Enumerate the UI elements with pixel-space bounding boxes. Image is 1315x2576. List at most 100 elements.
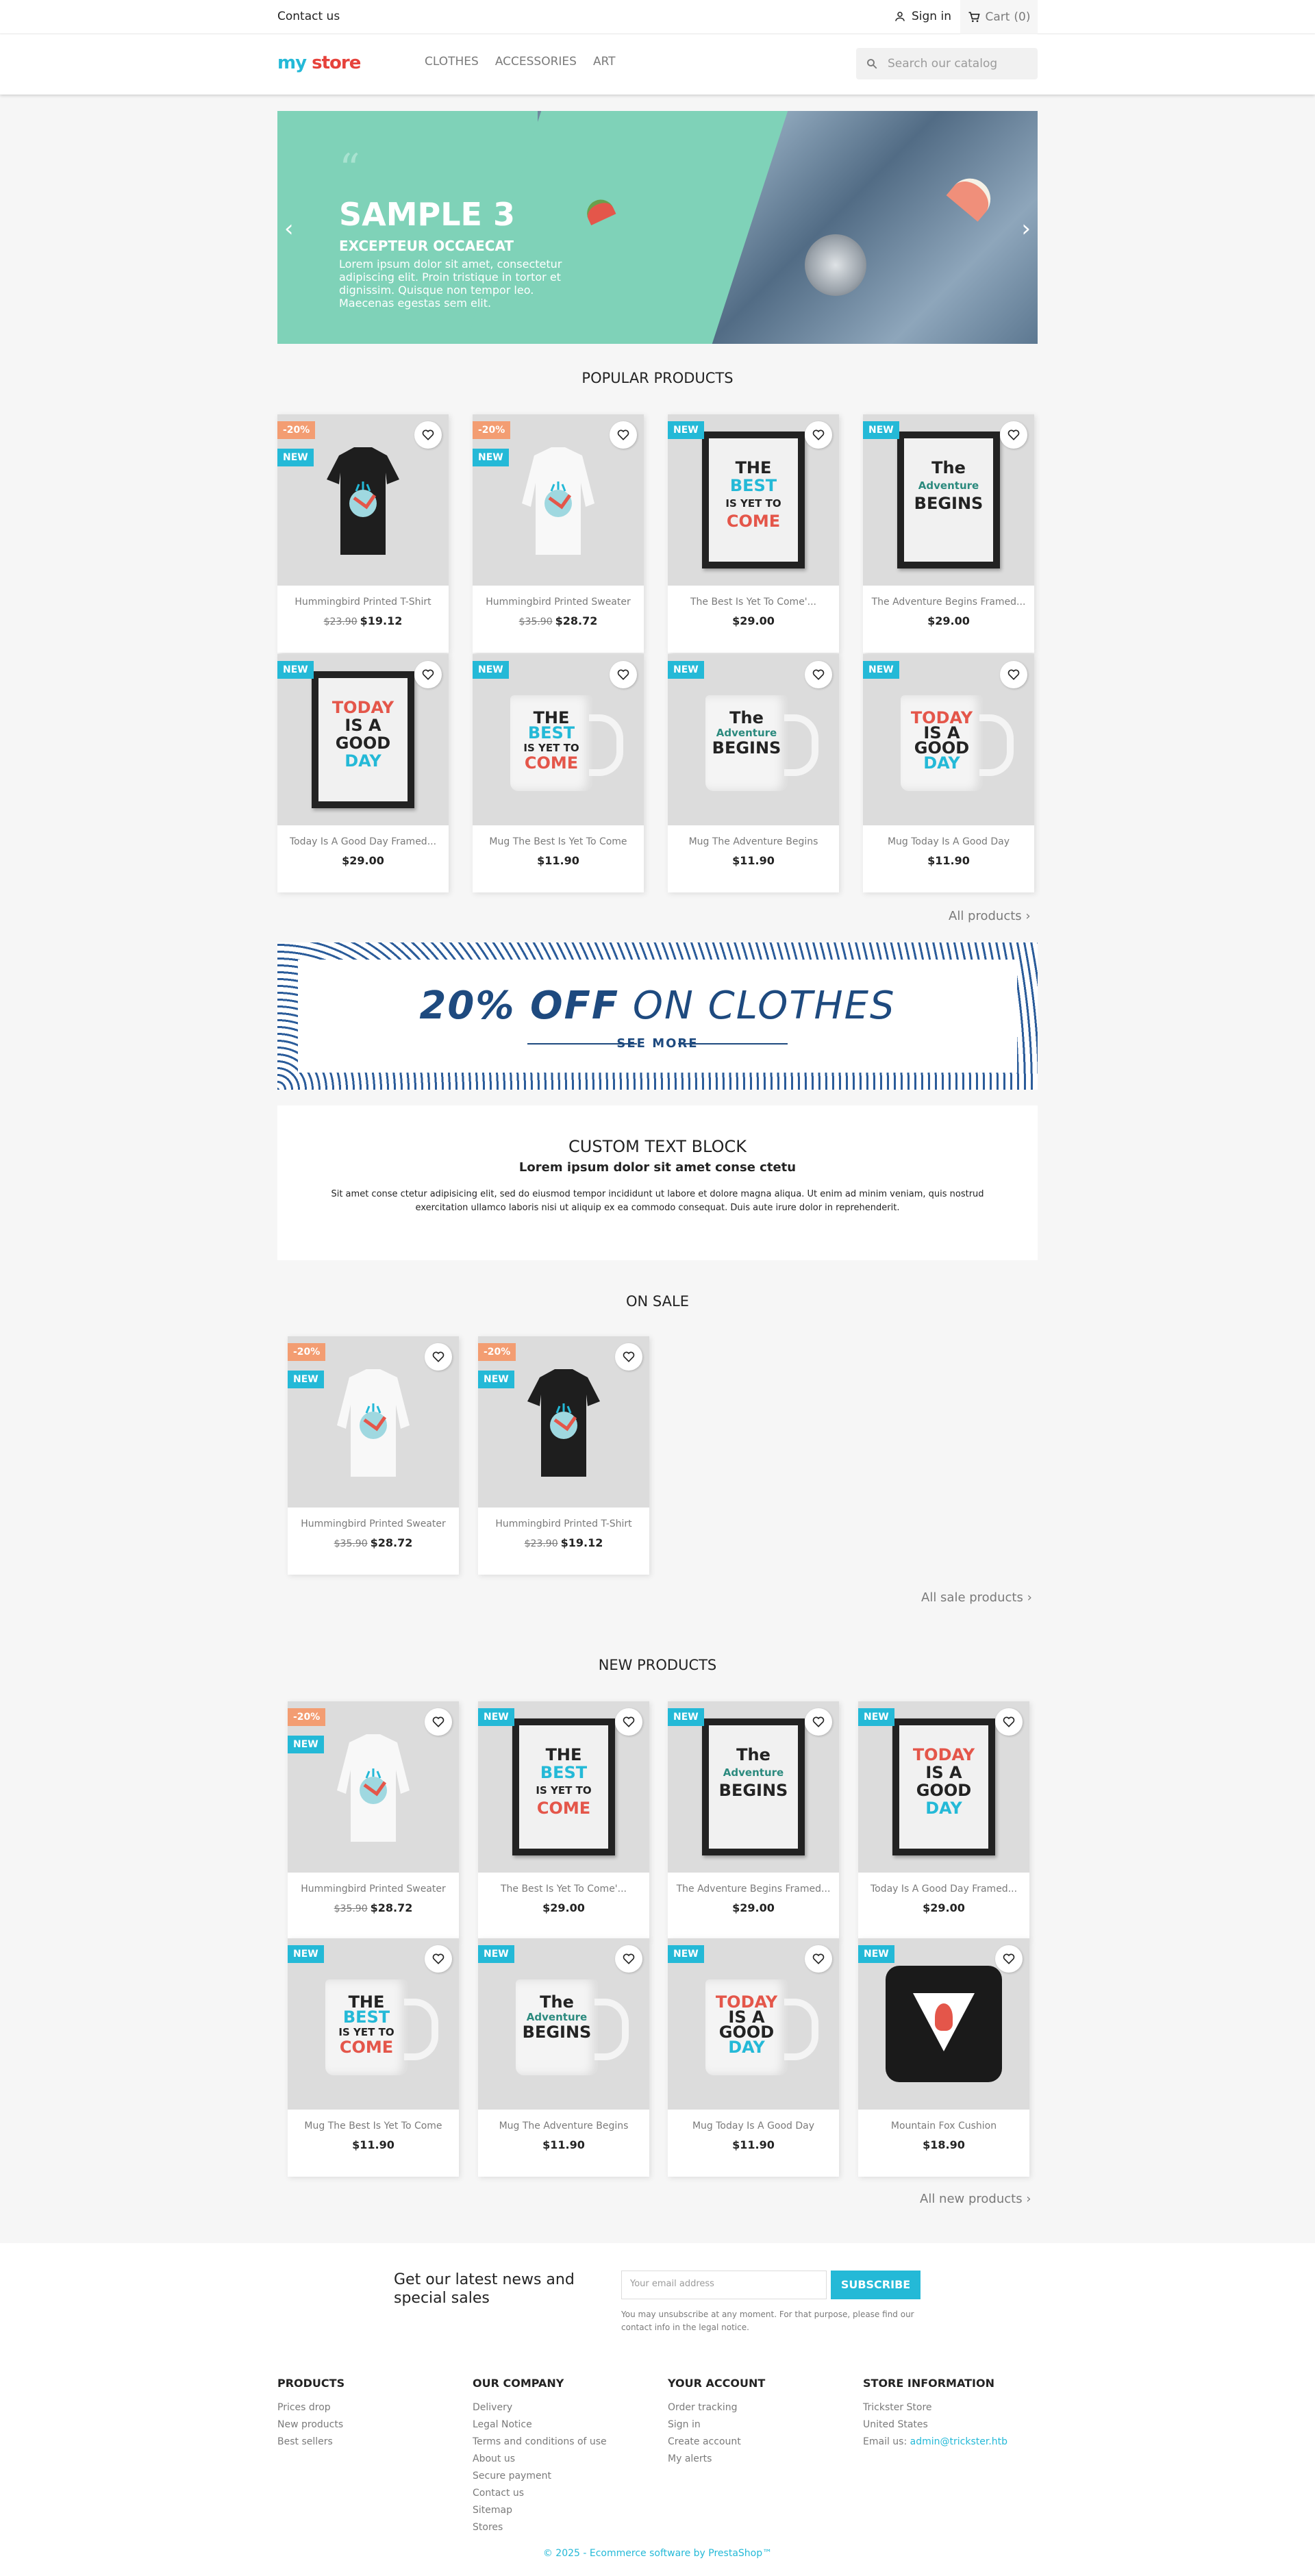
wishlist-button[interactable] bbox=[610, 661, 637, 688]
product-card[interactable]: The Adventure BEGINS NEW Mug The Adventure … bbox=[668, 654, 839, 892]
slider-next-icon[interactable]: › bbox=[1021, 215, 1031, 242]
slide-description: Lorem ipsum dolor sit amet, consectetur … bbox=[339, 258, 562, 310]
product-card[interactable]: The Adventure BEGINS NEW The Adventure Begi… bbox=[668, 1701, 839, 1940]
product-card[interactable]: -20% NEW Hummingbird Printed T-Shirt $23.… bbox=[478, 1336, 649, 1575]
footer-link[interactable]: Contact us bbox=[473, 2485, 607, 2502]
product-name[interactable]: Mug The Best Is Yet To Come bbox=[473, 836, 644, 847]
product-card[interactable]: -20% NEW Hummingbird Printed Sweater $35.… bbox=[288, 1336, 459, 1575]
product-card[interactable]: -20% NEW Hummingbird Printed Sweater $35.… bbox=[288, 1701, 459, 1940]
wishlist-button[interactable] bbox=[805, 421, 832, 449]
wishlist-button[interactable] bbox=[805, 661, 832, 688]
all-new-products-link[interactable]: All new products › bbox=[920, 2192, 1031, 2206]
custom-block-subtitle: Lorem ipsum dolor sit amet conse ctetu bbox=[518, 1160, 797, 1175]
footer-link[interactable]: Stores bbox=[473, 2519, 607, 2536]
wishlist-button[interactable] bbox=[615, 1343, 642, 1371]
all-products-link[interactable]: All products › bbox=[949, 909, 1031, 923]
footer-link[interactable]: Delivery bbox=[473, 2399, 607, 2416]
product-card[interactable]: TODAY IS A GOOD DAY NEW Mug Today Is A Good … bbox=[668, 1938, 839, 2177]
product-name[interactable]: The Best Is Yet To Come'... bbox=[668, 597, 839, 608]
product-card[interactable]: The Adventure BEGINS NEW Mug The Adventure … bbox=[478, 1938, 649, 2177]
newsletter-email-input[interactable]: Your email address bbox=[621, 2271, 827, 2299]
footer-link[interactable]: New products bbox=[277, 2416, 345, 2434]
wishlist-button[interactable] bbox=[425, 1945, 452, 1973]
wishlist-button[interactable] bbox=[995, 1708, 1023, 1736]
wishlist-button[interactable] bbox=[615, 1945, 642, 1973]
product-card[interactable]: -20% NEW Hummingbird Printed Sweater $35.… bbox=[473, 414, 644, 653]
footer-link[interactable]: Sign in bbox=[668, 2416, 765, 2434]
footer-link[interactable]: Secure payment bbox=[473, 2468, 607, 2485]
wishlist-button[interactable] bbox=[425, 1708, 452, 1736]
wishlist-button[interactable] bbox=[615, 1708, 642, 1736]
product-name[interactable]: Mug Today Is A Good Day bbox=[668, 2121, 839, 2131]
product-name[interactable]: Mug The Adventure Begins bbox=[668, 836, 839, 847]
product-name[interactable]: Mug The Adventure Begins bbox=[478, 2121, 649, 2131]
product-card[interactable]: THE BEST IS YET TO COME NEW Mug The Best Is … bbox=[288, 1938, 459, 2177]
wishlist-button[interactable] bbox=[1000, 421, 1027, 449]
product-name[interactable]: Mug The Best Is Yet To Come bbox=[288, 2121, 459, 2131]
wishlist-button[interactable] bbox=[805, 1945, 832, 1973]
footer-link[interactable]: My alerts bbox=[668, 2451, 765, 2468]
cart-link[interactable]: Cart (0) bbox=[960, 0, 1038, 34]
product-name[interactable]: Today Is A Good Day Framed... bbox=[277, 836, 449, 847]
footer-link[interactable]: Sitemap bbox=[473, 2502, 607, 2519]
footer-account-title: YOUR ACCOUNT bbox=[668, 2377, 766, 2390]
product-card[interactable]: THE BEST IS YET TO COME NEW Mug The Best Is … bbox=[473, 654, 644, 892]
product-name[interactable]: Hummingbird Printed T-Shirt bbox=[277, 597, 449, 608]
footer-link[interactable]: Order tracking bbox=[668, 2399, 765, 2416]
product-name[interactable]: Mug Today Is A Good Day bbox=[863, 836, 1034, 847]
product-price: $11.90 bbox=[668, 854, 839, 867]
product-card[interactable]: NEW Mountain Fox Cushion $18.90 bbox=[858, 1938, 1029, 2177]
product-name[interactable]: Hummingbird Printed Sweater bbox=[473, 597, 644, 608]
wishlist-button[interactable] bbox=[995, 1945, 1023, 1973]
footer-link[interactable]: Legal Notice bbox=[473, 2416, 607, 2434]
copyright[interactable]: © 2025 - Ecommerce software by PrestaSho… bbox=[0, 2548, 1315, 2559]
product-name[interactable]: The Best Is Yet To Come'... bbox=[478, 1884, 649, 1895]
footer-link[interactable]: Create account bbox=[668, 2434, 765, 2451]
product-card[interactable]: THE BEST IS YET TO COME NEW The Best Is Yet … bbox=[668, 414, 839, 653]
nav-item-art[interactable]: ART bbox=[593, 55, 616, 68]
heart-icon bbox=[623, 1716, 635, 1727]
sign-in-link[interactable]: Sign in bbox=[894, 10, 951, 23]
subscribe-button[interactable]: SUBSCRIBE bbox=[831, 2271, 920, 2299]
hero-slider[interactable]: “ SAMPLE 3 EXCEPTEUR OCCAECAT Lorem ipsu… bbox=[277, 111, 1038, 344]
wishlist-button[interactable] bbox=[610, 421, 637, 449]
current-price: $11.90 bbox=[927, 854, 970, 867]
slide-image-button bbox=[805, 234, 866, 296]
nav-item-clothes[interactable]: CLOTHES bbox=[425, 55, 479, 68]
product-name[interactable]: Hummingbird Printed T-Shirt bbox=[478, 1518, 649, 1529]
product-name[interactable]: The Adventure Begins Framed... bbox=[668, 1884, 839, 1895]
wishlist-button[interactable] bbox=[425, 1343, 452, 1371]
product-card[interactable]: TODAY IS A GOOD DAY NEW Today Is A Good Day … bbox=[277, 654, 449, 892]
product-name[interactable]: Hummingbird Printed Sweater bbox=[288, 1884, 459, 1895]
product-price: $11.90 bbox=[863, 854, 1034, 867]
product-card[interactable]: The Adventure BEGINS NEW The Adventure Begi… bbox=[863, 414, 1034, 653]
search-input[interactable]: Search our catalog bbox=[856, 48, 1038, 79]
footer-link[interactable]: Terms and conditions of use bbox=[473, 2434, 607, 2451]
footer-link[interactable]: Prices drop bbox=[277, 2399, 345, 2416]
product-name[interactable]: Today Is A Good Day Framed... bbox=[858, 1884, 1029, 1895]
product-card[interactable]: -20% NEW Hummingbird Printed T-Shirt $23.… bbox=[277, 414, 449, 653]
promo-banner[interactable]: 20% OFF ON CLOTHES SEE MORE bbox=[277, 942, 1038, 1090]
product-name[interactable]: The Adventure Begins Framed... bbox=[863, 597, 1034, 608]
footer-link[interactable]: About us bbox=[473, 2451, 607, 2468]
wishlist-button[interactable] bbox=[414, 661, 442, 688]
heart-icon bbox=[422, 429, 434, 440]
product-card[interactable]: TODAY IS A GOOD DAY NEW Today Is A Good Day … bbox=[858, 1701, 1029, 1940]
product-card[interactable]: TODAY IS A GOOD DAY NEW Mug Today Is A Good … bbox=[863, 654, 1034, 892]
product-name[interactable]: Hummingbird Printed Sweater bbox=[288, 1518, 459, 1529]
wishlist-button[interactable] bbox=[1000, 661, 1027, 688]
all-sale-products-link[interactable]: All sale products › bbox=[921, 1590, 1032, 1605]
wishlist-button[interactable] bbox=[805, 1708, 832, 1736]
mug-image: The Adventure BEGINS bbox=[705, 695, 818, 791]
contact-us-link[interactable]: Contact us bbox=[277, 10, 340, 23]
store-logo[interactable]: my store bbox=[277, 53, 361, 73]
slider-prev-icon[interactable]: ‹ bbox=[284, 215, 294, 242]
product-card[interactable]: THE BEST IS YET TO COME NEW The Best Is Yet … bbox=[478, 1701, 649, 1940]
footer-link[interactable]: Best sellers bbox=[277, 2434, 345, 2451]
wishlist-button[interactable] bbox=[414, 421, 442, 449]
product-name[interactable]: Mountain Fox Cushion bbox=[858, 2121, 1029, 2131]
nav-item-accessories[interactable]: ACCESSORIES bbox=[495, 55, 577, 68]
store-email-link[interactable]: admin@trickster.htb bbox=[910, 2436, 1007, 2447]
newsletter-text: Get our latest news and special sales bbox=[394, 2271, 575, 2307]
new-flag: NEW bbox=[478, 1708, 514, 1726]
